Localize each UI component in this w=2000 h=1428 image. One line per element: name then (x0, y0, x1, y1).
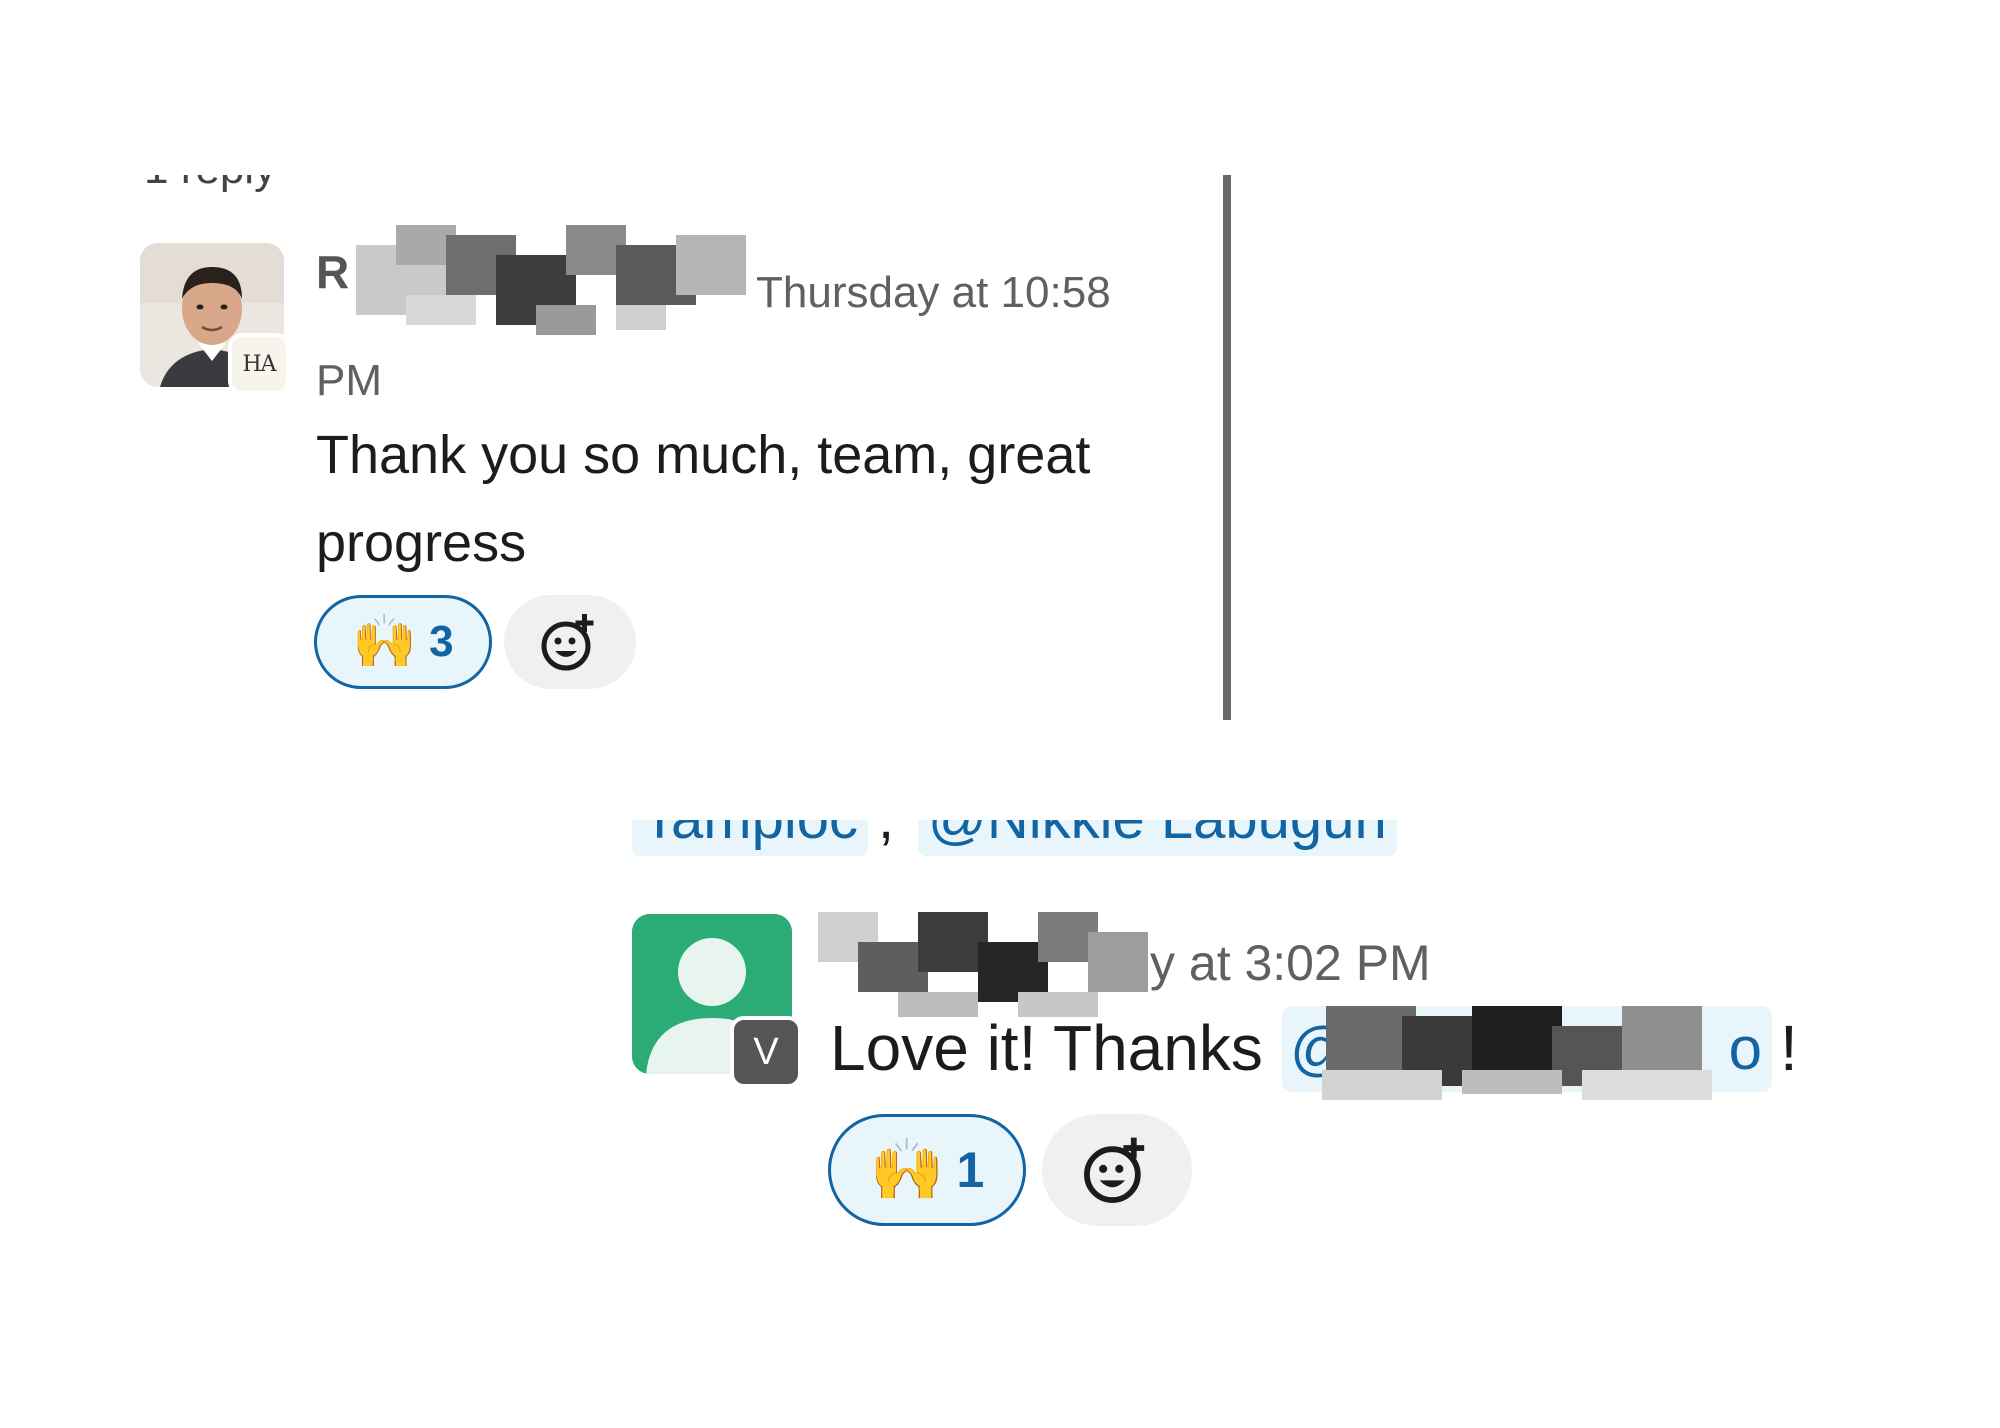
reaction-raising-hands[interactable]: 🙌 1 (828, 1114, 1026, 1226)
mention-link[interactable]: Tampioc (632, 820, 868, 856)
mention-separator: , (878, 820, 894, 856)
workspace-badge: HA (228, 333, 290, 395)
raising-hands-emoji-icon: 🙌 (869, 1136, 945, 1203)
add-reaction-button[interactable] (504, 595, 636, 689)
channel-message-panel: Tampioc , @Nikkie Labugun V y at 3:02 PM… (622, 820, 1822, 1240)
mention-blur-overflow (1322, 1070, 1722, 1110)
thread-panel: 1 reply HA R Thursday at 10:58 PM Thank … (136, 175, 1221, 720)
thread-divider (1223, 175, 1231, 720)
reply-count[interactable]: 1 reply (144, 175, 276, 191)
mention-suffix: o (1728, 1015, 1762, 1082)
previous-message-mentions: Tampioc , @Nikkie Labugun (622, 820, 1822, 856)
reaction-raising-hands[interactable]: 🙌 3 (314, 595, 492, 689)
message-text: Love it! Thanks (830, 1012, 1263, 1084)
add-emoji-icon (1084, 1137, 1145, 1203)
message-timestamp[interactable]: y at 3:02 PM (1150, 928, 1431, 998)
message-punctuation: ! (1780, 1012, 1798, 1084)
reaction-count: 3 (429, 617, 454, 666)
message-timestamp[interactable]: Thursday at 10:58 PM (316, 249, 1166, 425)
workspace-badge: V (730, 1016, 802, 1088)
message-text: Thank you so much, team, great progress (316, 425, 1091, 573)
raising-hands-emoji-icon: 🙌 (352, 613, 418, 671)
reaction-count: 1 (956, 1142, 985, 1198)
author-name-redacted[interactable] (818, 902, 1158, 1022)
add-emoji-icon (541, 614, 594, 671)
mention-link[interactable]: @Nikkie Labugun (918, 820, 1397, 856)
add-reaction-button[interactable] (1042, 1114, 1192, 1226)
